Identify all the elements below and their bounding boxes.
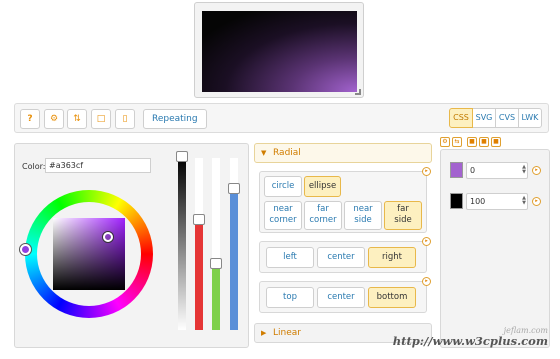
top-button[interactable]: top	[266, 287, 314, 308]
near-side-label-1: near	[353, 204, 373, 214]
page-icon: ▯	[122, 114, 128, 124]
format-cvs-button[interactable]: CVS	[495, 108, 519, 128]
linear-header-label: Linear	[273, 328, 301, 338]
stop-color-swatch[interactable]	[450, 162, 463, 178]
stop-position-value: 0	[470, 166, 476, 175]
format-tabs: CSS SVG CVS LWK	[449, 108, 542, 128]
square-icon: ■	[481, 138, 487, 145]
gradient-preview	[202, 11, 357, 92]
stop-menu-icon[interactable]: ▸	[532, 197, 541, 206]
stop-tool-1-button[interactable]: ■	[467, 137, 477, 147]
near-corner-label-2: corner	[269, 215, 297, 225]
vertical-position-group: ▸ top center bottom	[259, 277, 431, 313]
chevron-right-icon: ▶	[261, 329, 267, 337]
gear-icon: ⚙	[442, 138, 448, 145]
stop-tool-3-button[interactable]: ■	[491, 137, 501, 147]
far-corner-label-1: far	[317, 204, 329, 214]
stop-position-input[interactable]: 0 ▲ ▼	[466, 162, 528, 179]
left-button[interactable]: left	[266, 247, 314, 268]
watermark: jeflam.com http://www.w3cplus.com	[393, 326, 548, 348]
near-corner-label-1: near	[273, 204, 293, 214]
near-corner-button[interactable]: near corner	[264, 201, 302, 230]
far-side-label-1: far	[397, 204, 409, 214]
red-slider[interactable]	[195, 158, 203, 330]
swap-stops-button[interactable]: ⇆	[452, 137, 462, 147]
color-hex-input[interactable]: #a363cf	[45, 158, 151, 173]
bottom-button[interactable]: bottom	[368, 287, 416, 308]
color-picker-panel: Color: #a363cf	[14, 143, 249, 348]
near-side-button[interactable]: near side	[344, 201, 382, 230]
blue-slider-handle[interactable]	[228, 183, 240, 194]
chevron-down-icon: ▼	[261, 149, 267, 157]
format-lwk-button[interactable]: LWK	[518, 108, 542, 128]
green-slider[interactable]	[212, 158, 220, 330]
format-css-button[interactable]: CSS	[449, 108, 473, 128]
color-stops-panel: ⚙ ⇆ ■ ■ ■ 0 ▲ ▼ ▸ 100 ▲ ▼ ▸	[440, 137, 550, 348]
repeating-button[interactable]: Repeating	[143, 109, 207, 129]
near-side-label-2: side	[354, 215, 372, 225]
horizontal-position-group: ▸ left center right	[259, 237, 431, 273]
green-slider-handle[interactable]	[210, 258, 222, 269]
color-label: Color:	[22, 162, 46, 171]
chevron-right-icon[interactable]: ▸	[422, 277, 431, 286]
lightness-slider[interactable]	[178, 158, 186, 330]
spinner-icon[interactable]: ▲ ▼	[522, 165, 526, 175]
stop-color-swatch[interactable]	[450, 193, 463, 209]
lightness-slider-handle[interactable]	[176, 151, 188, 162]
format-svg-button[interactable]: SVG	[472, 108, 496, 128]
circle-button[interactable]: circle	[264, 176, 302, 197]
arrows-icon: ⇅	[73, 114, 81, 124]
ellipse-button[interactable]: ellipse	[304, 176, 341, 197]
help-icon: ?	[27, 114, 33, 124]
red-slider-handle[interactable]	[193, 214, 205, 225]
help-button[interactable]: ?	[20, 109, 40, 129]
center-y-button[interactable]: center	[317, 287, 365, 308]
hue-marker[interactable]	[20, 244, 31, 255]
radial-shape-group: ▸ circle ellipse near corner far corner …	[259, 167, 431, 233]
folder-icon: □	[96, 114, 106, 124]
center-x-button[interactable]: center	[317, 247, 365, 268]
far-side-label-2: side	[394, 215, 412, 225]
right-button[interactable]: right	[368, 247, 416, 268]
chevron-right-icon[interactable]: ▸	[422, 167, 431, 176]
add-stop-button[interactable]: ⚙	[440, 137, 450, 147]
resize-handle[interactable]	[355, 89, 361, 95]
gear-icon: ⚙	[49, 114, 59, 124]
open-button[interactable]: □	[91, 109, 111, 129]
radial-header-label: Radial	[273, 148, 301, 158]
radial-header[interactable]: ▼ Radial	[254, 143, 432, 163]
far-side-button[interactable]: far side	[384, 201, 422, 230]
watermark-url: http://www.w3cplus.com	[392, 334, 548, 348]
far-corner-label-2: corner	[309, 215, 337, 225]
far-corner-button[interactable]: far corner	[304, 201, 342, 230]
saturation-value-square[interactable]	[53, 218, 125, 290]
gradient-options-panel: ▼ Radial ▸ circle ellipse near corner fa…	[254, 143, 434, 348]
chevron-right-icon[interactable]: ▸	[422, 237, 431, 246]
spinner-icon[interactable]: ▲ ▼	[522, 196, 526, 206]
new-button[interactable]: ▯	[115, 109, 135, 129]
square-icon: ■	[469, 138, 475, 145]
saturation-value-marker[interactable]	[103, 232, 113, 242]
swap-icon: ⇆	[454, 138, 460, 145]
hue-wheel[interactable]	[20, 190, 153, 318]
settings-button[interactable]: ⚙	[44, 109, 64, 129]
gradient-preview-frame	[194, 2, 364, 98]
stops-toolbar: ⚙ ⇆ ■ ■ ■	[440, 137, 503, 147]
square-icon: ■	[493, 138, 499, 145]
toolbar: ? ⚙ ⇅ □ ▯ Repeating CSS SVG CVS LWK	[14, 103, 549, 133]
stop-menu-icon[interactable]: ▸	[532, 166, 541, 175]
stop-position-input[interactable]: 100 ▲ ▼	[466, 193, 528, 210]
stop-position-value: 100	[470, 197, 486, 206]
stops-list: 0 ▲ ▼ ▸ 100 ▲ ▼ ▸	[440, 149, 550, 348]
stop-tool-2-button[interactable]: ■	[479, 137, 489, 147]
move-button[interactable]: ⇅	[67, 109, 87, 129]
